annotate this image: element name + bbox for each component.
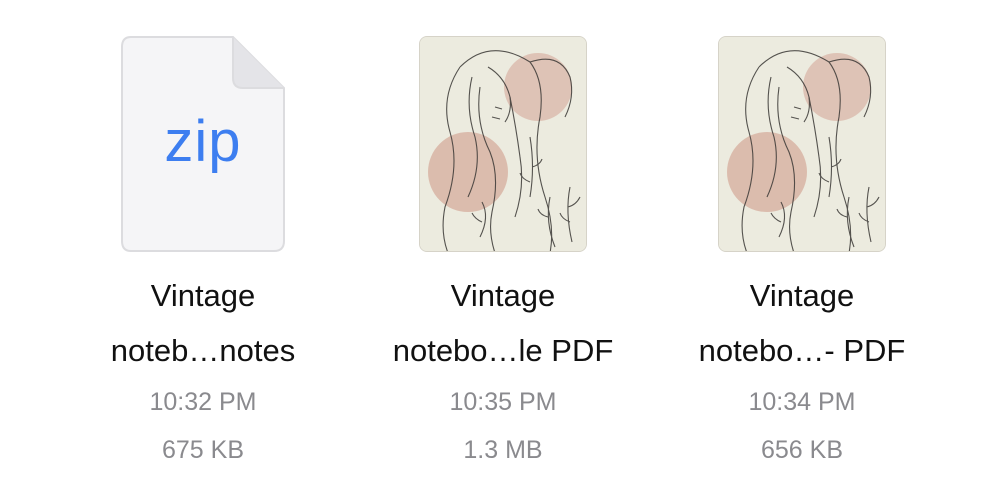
- file-name-line2[interactable]: noteb…notes: [53, 333, 353, 369]
- zip-file-icon[interactable]: zip: [121, 36, 285, 252]
- file-time: 10:34 PM: [748, 388, 856, 416]
- file-item-zip[interactable]: zip Vintage noteb…notes 10:32 PM 675 KB: [53, 0, 353, 503]
- file-thumbnail[interactable]: [652, 36, 952, 252]
- file-time: 10:35 PM: [449, 388, 557, 416]
- file-grid: zip Vintage noteb…notes 10:32 PM 675 KB: [0, 0, 1005, 503]
- file-name-line1[interactable]: Vintage: [53, 278, 353, 314]
- file-time: 10:32 PM: [149, 388, 257, 416]
- file-item-pdf-2[interactable]: Vintage notebo…- PDF 10:34 PM 656 KB: [652, 0, 952, 503]
- file-name-line1[interactable]: Vintage: [353, 278, 653, 314]
- file-thumbnail[interactable]: [353, 36, 653, 252]
- file-item-pdf-1[interactable]: Vintage notebo…le PDF 10:35 PM 1.3 MB: [353, 0, 653, 503]
- file-size: 675 KB: [161, 436, 244, 464]
- pdf-thumbnail-image[interactable]: [419, 36, 587, 252]
- file-size: 656 KB: [760, 436, 843, 464]
- file-name-line2[interactable]: notebo…- PDF: [652, 333, 952, 369]
- file-name-line2[interactable]: notebo…le PDF: [353, 333, 653, 369]
- pdf-thumbnail-image[interactable]: [718, 36, 886, 252]
- file-name-line1[interactable]: Vintage: [652, 278, 952, 314]
- zip-label: zip: [164, 109, 242, 174]
- file-size: 1.3 MB: [463, 436, 543, 464]
- file-thumbnail[interactable]: zip: [53, 36, 353, 252]
